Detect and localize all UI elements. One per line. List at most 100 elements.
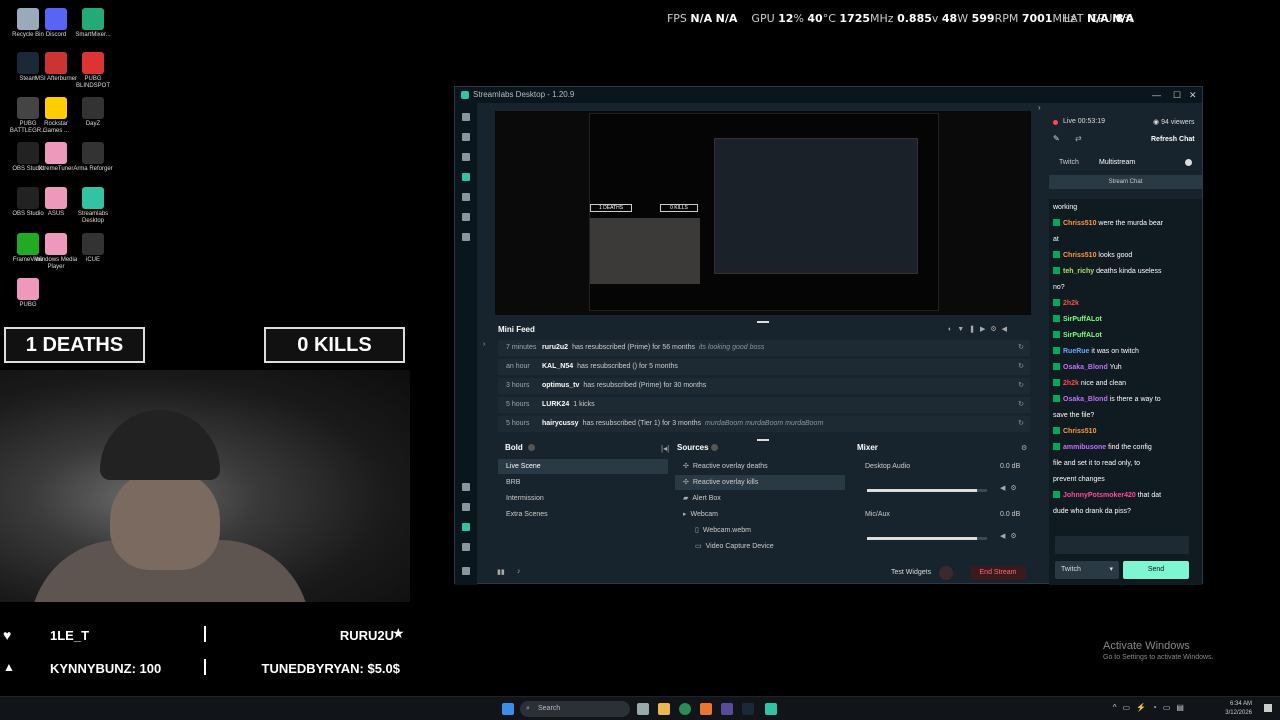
replay-icon[interactable]: ↻	[1018, 359, 1024, 375]
split-icon[interactable]: |◂|	[661, 444, 669, 453]
editor-icon[interactable]	[462, 113, 470, 121]
tab-twitch[interactable]: Twitch	[1059, 159, 1079, 166]
volume-slider[interactable]	[867, 537, 987, 540]
apps-icon[interactable]	[462, 213, 470, 221]
mixer-settings-icon[interactable]: ⚙	[1021, 444, 1027, 452]
refresh-chat-button[interactable]: Refresh Chat	[1151, 136, 1195, 143]
themes-icon[interactable]	[462, 173, 470, 181]
notification-icon[interactable]	[1264, 704, 1272, 712]
replay-icon[interactable]: ↻	[1018, 340, 1024, 356]
chat-username[interactable]: ammibusone	[1063, 444, 1106, 451]
scene-item[interactable]: BRB	[498, 475, 668, 490]
desktop-icon[interactable]: iCUE	[71, 233, 115, 264]
share-icon[interactable]: ⇄	[1075, 134, 1082, 143]
edit-icon[interactable]: ✎	[1053, 134, 1060, 143]
chat-username[interactable]: JohnnyPotsmoker420	[1063, 492, 1136, 499]
add-scene-icon[interactable]	[528, 444, 535, 451]
chat-message: teh_richy deaths kinda useless	[1053, 264, 1198, 280]
source-item[interactable]: ▰ Alert Box	[675, 491, 845, 506]
replay-icon[interactable]: ↻	[1018, 397, 1024, 413]
link2-icon[interactable]	[462, 503, 470, 511]
desktop-icon[interactable]: Arma Reforger	[71, 142, 115, 173]
chevron-right-icon[interactable]: ›	[483, 341, 485, 348]
feed-controls-icon[interactable]: ◐▼❚▶⚙◀	[948, 325, 1012, 333]
add-source-icon[interactable]	[711, 444, 718, 451]
collapse-chat-icon[interactable]: ›	[1038, 103, 1041, 112]
chevron-down-icon: ▾	[1109, 566, 1113, 573]
maximize-button[interactable]: ☐	[1173, 87, 1181, 103]
chat-platform-select[interactable]: Twitch ▾	[1055, 561, 1119, 579]
volume-slider[interactable]	[867, 489, 987, 492]
chat-username[interactable]: 2h2k	[1063, 380, 1079, 387]
mute-settings-icon[interactable]: ◀⚙	[1000, 484, 1022, 492]
profile-icon[interactable]	[462, 567, 470, 575]
chat-username[interactable]: Chriss510	[1063, 428, 1096, 435]
badge-icon	[1053, 427, 1060, 434]
task-view-icon[interactable]	[637, 703, 649, 715]
source-item[interactable]: ▭ Video Capture Device	[675, 539, 845, 554]
scene-item[interactable]: Live Scene	[498, 459, 668, 474]
teams-icon[interactable]	[721, 703, 733, 715]
app-icon	[45, 233, 67, 255]
streamlabs-window: Streamlabs Desktop - 1.20.9 — ☐ ✕ 1 DEAT…	[454, 86, 1203, 585]
scene-item[interactable]: Intermission	[498, 491, 668, 506]
close-button[interactable]: ✕	[1189, 87, 1197, 103]
chat-username[interactable]: SirPuffALot	[1063, 332, 1102, 339]
desktop-icon[interactable]: PUBG	[6, 278, 50, 309]
chat-username[interactable]: Osaka_Blond	[1063, 364, 1108, 371]
app-icon	[82, 8, 104, 30]
replay-icon[interactable]: ↻	[1018, 416, 1024, 432]
source-item[interactable]: ▸ Webcam	[675, 507, 845, 522]
highlighter-icon[interactable]	[462, 233, 470, 241]
tray-icons[interactable]: ^▭⚡◔▭▤	[1113, 703, 1190, 712]
source-item[interactable]: ✣ Reactive overlay kills	[675, 475, 845, 490]
link-icon[interactable]	[462, 483, 470, 491]
chat-username[interactable]: Chriss510	[1063, 252, 1096, 259]
feed-message: has resubscribed () for 5 months	[577, 363, 678, 370]
stream-chat-tab[interactable]: Stream Chat	[1049, 175, 1202, 189]
desktop-icon[interactable]: SmartMixer...	[71, 8, 115, 39]
chat-username[interactable]: teh_richy	[1063, 268, 1094, 275]
start-icon[interactable]	[502, 703, 514, 715]
bell-icon[interactable]: ♪	[517, 568, 521, 575]
feed-message: 1 kicks	[573, 401, 595, 408]
source-item[interactable]: ▯ Webcam.webm	[675, 523, 845, 538]
minimize-button[interactable]: —	[1152, 87, 1161, 103]
taskbar: ⌕ Search ^▭⚡◔▭▤ 6:34 AM 3/12/2026	[0, 696, 1280, 720]
chrome-icon[interactable]	[679, 703, 691, 715]
desktop-icon-label: Streamlabs Desktop	[77, 211, 109, 224]
mute-settings-icon[interactable]: ◀⚙	[1000, 532, 1022, 540]
file-explorer-icon[interactable]	[658, 703, 670, 715]
chat-input[interactable]	[1055, 536, 1189, 554]
desktop-icon[interactable]: PUBG BLINDSPOT	[71, 52, 115, 90]
chat-username[interactable]: SirPuffALot	[1063, 316, 1102, 323]
chat-username[interactable]: Osaka_Blond	[1063, 396, 1108, 403]
record-icon[interactable]	[939, 566, 953, 580]
end-stream-button[interactable]: End Stream	[970, 566, 1026, 580]
send-button[interactable]: Send	[1123, 561, 1189, 579]
tools-icon[interactable]	[462, 523, 470, 531]
layout-icon[interactable]	[462, 133, 470, 141]
streamlabs-icon[interactable]	[765, 703, 777, 715]
store-icon[interactable]	[462, 193, 470, 201]
chat-username[interactable]: 2h2k	[1063, 300, 1079, 307]
scene-item[interactable]: Extra Scenes	[498, 507, 668, 522]
desktop-icon[interactable]: DayZ	[71, 97, 115, 128]
desktop-icon[interactable]: Streamlabs Desktop	[71, 187, 115, 225]
chat-username[interactable]: Chriss510	[1063, 220, 1096, 227]
settings-icon[interactable]	[462, 543, 470, 551]
chat-username[interactable]: RueRue	[1063, 348, 1089, 355]
mini-feed-title: Mini Feed	[498, 325, 535, 334]
preview-deaths: 1 DEATHS	[590, 204, 632, 212]
info-icon[interactable]	[1185, 159, 1192, 166]
source-item[interactable]: ✣ Reactive overlay deaths	[675, 459, 845, 474]
studio-icon[interactable]	[462, 153, 470, 161]
stats-icon[interactable]: ▮▮	[497, 568, 505, 576]
afterburner-icon[interactable]	[700, 703, 712, 715]
test-widgets-button[interactable]: Test Widgets	[891, 569, 931, 576]
stream-preview: 1 DEATHS 0 KILLS	[495, 111, 1031, 315]
steam-icon[interactable]	[742, 703, 754, 715]
replay-icon[interactable]: ↻	[1018, 378, 1024, 394]
taskbar-search[interactable]: ⌕ Search	[520, 701, 630, 717]
tab-multistream[interactable]: Multistream	[1099, 159, 1135, 166]
